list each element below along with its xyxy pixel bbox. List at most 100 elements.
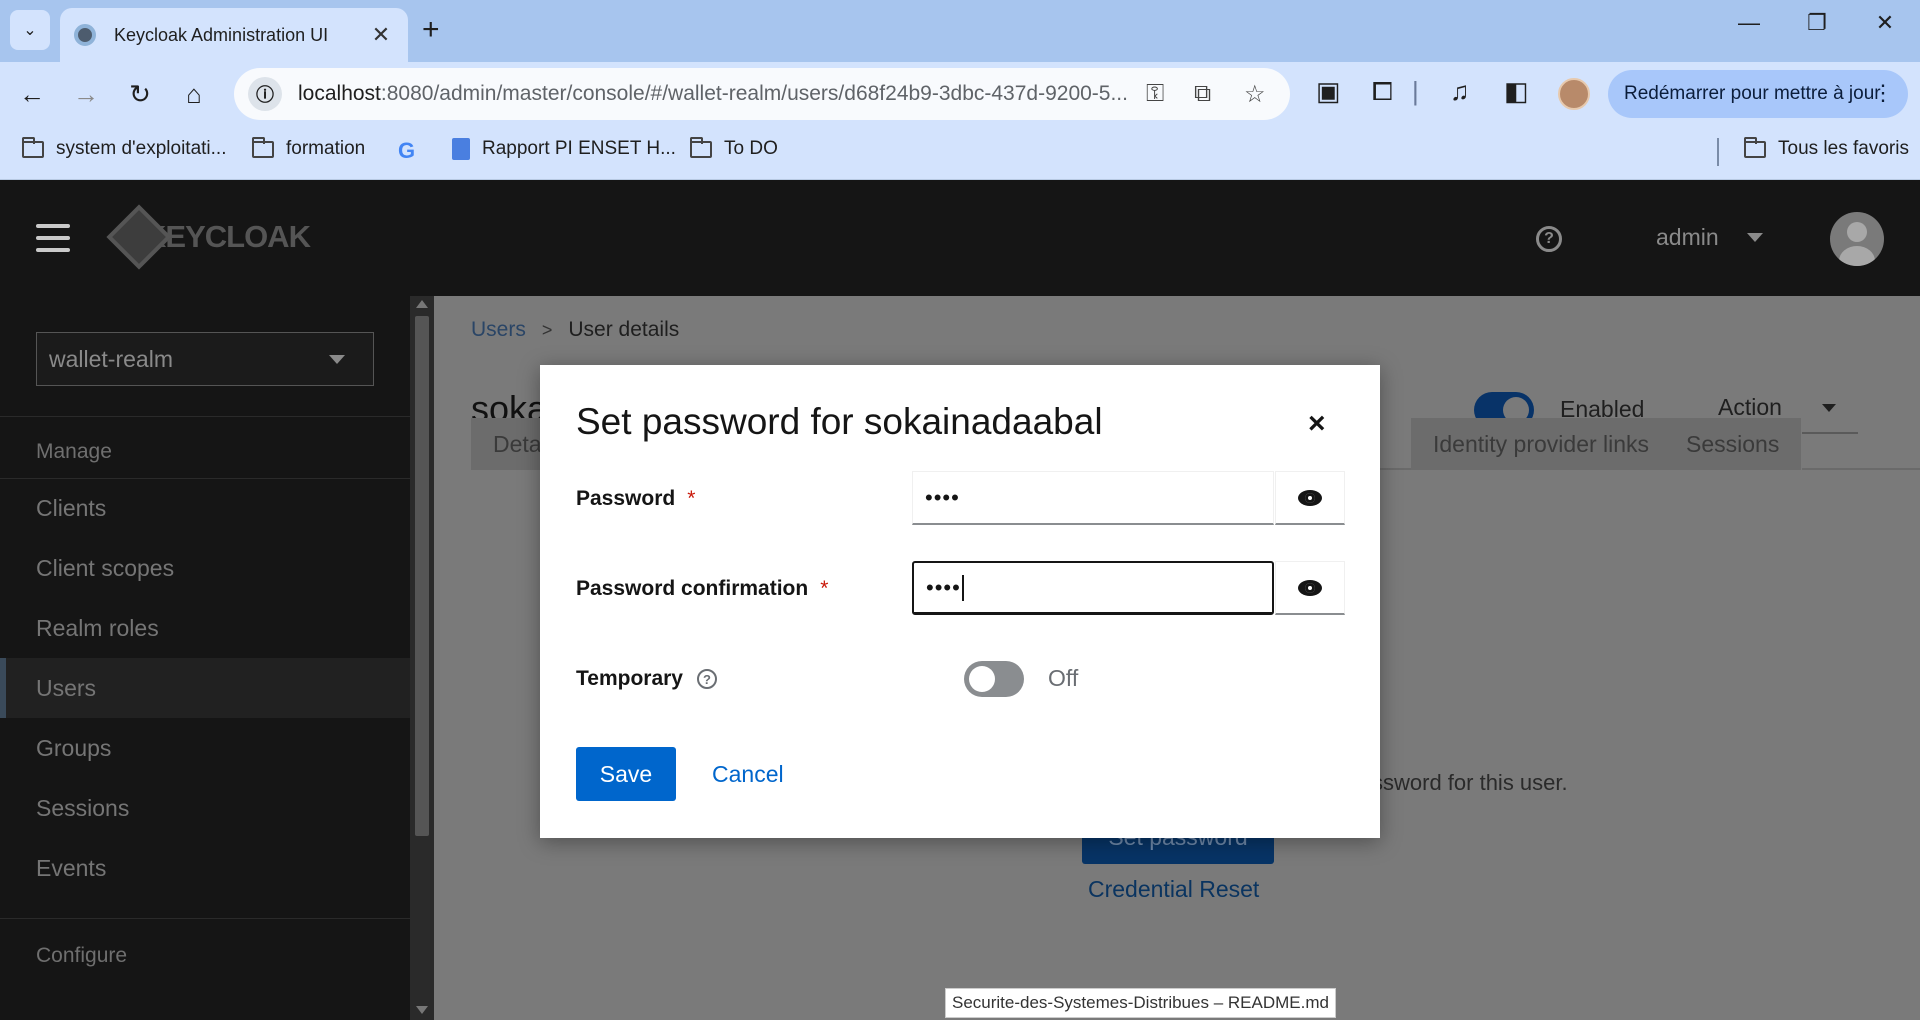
bookmarks-bar: system d'exploitati... formation G Rappo…	[0, 126, 1920, 180]
set-password-modal: Set password for sokainadaabal × Passwor…	[540, 365, 1380, 838]
browser-tab-strip: ⌄ Keycloak Administration UI ✕ + — ❐ ✕	[0, 0, 1920, 62]
scroll-down-icon[interactable]	[416, 1006, 428, 1014]
action-label: Action	[1718, 393, 1782, 420]
temporary-label: Temporary ?	[576, 667, 717, 691]
password-key-icon[interactable]: ⚿	[1146, 80, 1164, 108]
credential-reset-link[interactable]: Credential Reset	[1088, 876, 1259, 903]
sidebar-item-clients[interactable]: Clients	[0, 478, 410, 538]
scroll-thumb[interactable]	[415, 316, 429, 836]
bookmark-folder[interactable]: system d'exploitati...	[22, 136, 227, 160]
bookmarks-divider	[1717, 138, 1719, 166]
sidebar-item-events[interactable]: Events	[0, 838, 410, 898]
realm-selector[interactable]: wallet-realm	[36, 332, 374, 386]
caret-down-icon	[329, 355, 345, 364]
divider	[0, 918, 410, 919]
caret-down-icon	[1746, 233, 1763, 242]
save-button[interactable]: Save	[576, 747, 676, 801]
realm-name: wallet-realm	[49, 345, 173, 372]
sidebar-item-groups[interactable]: Groups	[0, 718, 410, 778]
show-password-confirmation-button[interactable]	[1275, 561, 1345, 615]
help-icon[interactable]: ?	[696, 669, 717, 689]
browser-toolbar: ← → ↻ ⌂ ⓘ localhost:8080/admin/master/co…	[0, 62, 1920, 126]
user-dropdown[interactable]: admin	[1656, 224, 1763, 251]
cancel-button[interactable]: Cancel	[712, 747, 784, 801]
password-confirmation-value: ••••	[926, 574, 961, 600]
url-text[interactable]: localhost:8080/admin/master/console/#/wa…	[298, 82, 1148, 106]
bookmark-folder[interactable]: To DO	[690, 136, 778, 160]
bookmark-label: Tous les favoris	[1778, 138, 1909, 159]
minimize-icon[interactable]: —	[1724, 10, 1774, 36]
translate-icon[interactable]: ⧉	[1194, 80, 1211, 108]
restore-icon[interactable]: ❐	[1792, 10, 1842, 36]
keycloak-favicon-icon	[74, 24, 96, 46]
username: admin	[1656, 224, 1719, 250]
sidebar-item-client-scopes[interactable]: Client scopes	[0, 538, 410, 598]
temporary-switch[interactable]	[964, 661, 1024, 697]
folder-icon	[690, 136, 712, 158]
user-avatar-icon[interactable]	[1830, 212, 1884, 266]
profile-avatar[interactable]	[1558, 78, 1590, 110]
home-icon[interactable]: ⌂	[176, 76, 212, 112]
side-panel-icon[interactable]: ◧	[1504, 76, 1529, 107]
sidebar-scrollbar[interactable]	[410, 296, 434, 1020]
picture-in-picture-icon[interactable]: ▣	[1316, 76, 1341, 107]
scroll-up-icon[interactable]	[416, 300, 428, 308]
close-icon[interactable]: ×	[1308, 409, 1326, 439]
bookmark-label: Rapport PI ENSET H...	[482, 138, 676, 159]
address-bar[interactable]: ⓘ localhost:8080/admin/master/console/#/…	[234, 68, 1290, 120]
bookmark-google[interactable]: G	[398, 138, 427, 164]
help-icon[interactable]: ?	[1536, 226, 1562, 252]
star-icon[interactable]: ☆	[1244, 80, 1266, 109]
google-icon: G	[398, 138, 416, 163]
kebab-menu-icon[interactable]: ⋮	[1872, 80, 1894, 106]
tab-search-button[interactable]: ⌄	[10, 10, 50, 50]
forward-icon[interactable]: →	[68, 76, 104, 112]
keycloak-logo-icon	[106, 204, 172, 270]
text-cursor	[961, 574, 964, 601]
breadcrumb-users-link[interactable]: Users	[471, 318, 526, 342]
back-icon[interactable]: ←	[14, 76, 50, 112]
masthead: KEYCLOAK ? admin	[0, 180, 1920, 296]
chevron-down-icon: ⌄	[23, 22, 37, 39]
browser-tab-keycloak[interactable]: Keycloak Administration UI ✕	[60, 8, 408, 62]
extensions-icon[interactable]: ⧠	[1372, 76, 1393, 108]
password-confirmation-input[interactable]: ••••	[912, 561, 1274, 615]
tab-sessions[interactable]: Sessions	[1664, 418, 1803, 470]
site-info-icon[interactable]: ⓘ	[248, 77, 282, 111]
close-window-icon[interactable]: ✕	[1860, 10, 1910, 36]
media-control-icon[interactable]: ♫	[1450, 76, 1470, 107]
hamburger-menu-icon[interactable]	[36, 224, 70, 252]
nav-section-configure: Configure	[36, 944, 128, 967]
reload-icon[interactable]: ↻	[122, 76, 158, 112]
bookmark-label: formation	[286, 138, 366, 159]
show-password-button[interactable]	[1275, 471, 1345, 525]
eye-icon	[1298, 489, 1322, 506]
empty-state-text: ssword for this user.	[1372, 770, 1568, 795]
sidebar-item-realm-roles[interactable]: Realm roles	[0, 598, 410, 658]
eye-icon	[1298, 579, 1322, 596]
tab-title: Keycloak Administration UI	[114, 24, 329, 45]
nav-section-manage: Manage	[36, 440, 112, 463]
caret-down-icon	[1822, 404, 1836, 412]
update-button-label: Redémarrer pour mettre à jour	[1624, 83, 1881, 104]
divider	[0, 416, 410, 417]
password-input[interactable]: ••••	[912, 471, 1274, 525]
tab-identity-provider-links[interactable]: Identity provider links	[1411, 418, 1673, 470]
bookmark-label: To DO	[724, 138, 778, 159]
all-bookmarks-folder[interactable]: Tous les favoris	[1744, 136, 1909, 160]
new-tab-button[interactable]: +	[422, 14, 440, 46]
folder-icon	[1744, 136, 1766, 158]
bookmark-doc[interactable]: Rapport PI ENSET H...	[452, 138, 676, 160]
update-browser-button[interactable]: Redémarrer pour mettre à jour ⋮	[1608, 70, 1908, 118]
close-tab-icon[interactable]: ✕	[368, 22, 394, 48]
breadcrumb: Users > User details	[471, 318, 679, 342]
required-asterisk: *	[820, 577, 829, 600]
sidebar: wallet-realm Manage Clients Client scope…	[0, 296, 410, 1020]
temporary-state-label: Off	[1048, 665, 1079, 691]
bookmark-label: system d'exploitati...	[56, 138, 227, 159]
sidebar-item-sessions[interactable]: Sessions	[0, 778, 410, 838]
keycloak-logo[interactable]: KEYCLOAK	[106, 204, 311, 270]
sidebar-item-users[interactable]: Users	[0, 658, 410, 718]
password-value: ••••	[925, 484, 960, 510]
bookmark-folder[interactable]: formation	[252, 136, 366, 160]
